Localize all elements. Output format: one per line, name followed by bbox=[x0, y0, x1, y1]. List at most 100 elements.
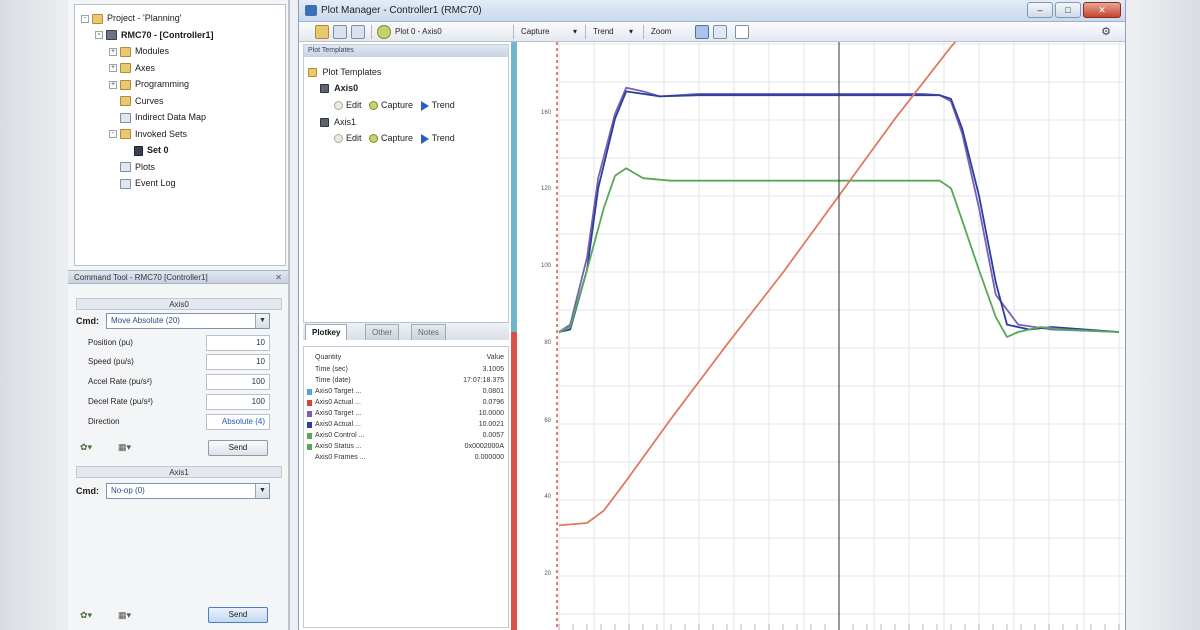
expand-icon[interactable]: + bbox=[109, 80, 117, 89]
row-value: 17:07:18.375 bbox=[463, 377, 504, 384]
toolbar-separator bbox=[585, 25, 586, 39]
axis0-send-button[interactable]: Send bbox=[208, 440, 268, 456]
edit-icon[interactable] bbox=[351, 25, 365, 39]
templates-root[interactable]: Plot Templates bbox=[308, 65, 381, 79]
template-axis0-capture[interactable]: Capture bbox=[369, 100, 413, 111]
param-position-input[interactable]: 10 bbox=[206, 335, 270, 351]
options-icon[interactable]: ✿▾ bbox=[80, 440, 92, 454]
tree-item-label: Programming bbox=[135, 79, 190, 89]
param-direction-input[interactable]: Absolute (4) bbox=[206, 414, 270, 430]
series-swatch bbox=[307, 422, 312, 428]
templates-pane-header: Plot Templates bbox=[304, 45, 508, 57]
param-accel-input[interactable]: 100 bbox=[206, 374, 270, 390]
template-axis0-trend[interactable]: Trend bbox=[420, 100, 455, 111]
options-icon[interactable]: ✿▾ bbox=[80, 608, 92, 622]
folder-icon bbox=[308, 68, 317, 78]
tab-notes[interactable]: Notes bbox=[411, 324, 446, 340]
template-axis1[interactable]: Axis1 bbox=[320, 115, 356, 129]
plot-select[interactable]: Plot 0 - Axis0 bbox=[395, 25, 442, 39]
tree-item[interactable]: - RMC70 - [Controller1] bbox=[95, 28, 214, 42]
chevron-down-icon[interactable]: ▼ bbox=[255, 314, 269, 328]
table-row[interactable]: Axis0 Target ... 10.0000 bbox=[304, 409, 508, 419]
tree-item[interactable]: Curves bbox=[109, 94, 164, 108]
tab-plotkey[interactable]: Plotkey bbox=[305, 324, 348, 340]
device-icon bbox=[106, 30, 117, 41]
table-row[interactable]: Axis0 Actual ... 0.0796 bbox=[304, 398, 508, 408]
plot-area[interactable]: 160 120 100 80 60 40 20 bbox=[511, 42, 1125, 630]
param-position-label: Position (pu) bbox=[88, 338, 133, 347]
template-axis0-edit[interactable]: Edit bbox=[334, 100, 362, 111]
tree-item-label: Event Log bbox=[135, 178, 176, 188]
command-tool-header: Command Tool - RMC70 [Controller1] ✕ bbox=[68, 270, 288, 284]
settings-icon[interactable]: ⚙ bbox=[1101, 25, 1111, 39]
table-row[interactable]: Axis0 Frames ... 0.000000 bbox=[304, 453, 508, 463]
row-quantity: Axis0 Status ... bbox=[315, 443, 362, 450]
tree-item[interactable]: Set 0 bbox=[123, 143, 169, 157]
param-speed-input[interactable]: 10 bbox=[206, 354, 270, 370]
plot-chart[interactable]: 160 120 100 80 60 40 20 bbox=[511, 42, 1125, 630]
tree-item[interactable]: + Programming bbox=[109, 77, 189, 91]
param-decel-input[interactable]: 100 bbox=[206, 394, 270, 410]
chevron-down-icon[interactable]: ▼ bbox=[255, 484, 269, 498]
zoom-fit-icon[interactable] bbox=[695, 25, 709, 39]
template-axis1-trend[interactable]: Trend bbox=[420, 133, 455, 144]
capture-icon bbox=[369, 101, 379, 111]
capture-button[interactable]: Capture bbox=[521, 25, 549, 39]
table-row[interactable]: Axis0 Control ... 0.0057 bbox=[304, 431, 508, 441]
collapse-icon[interactable]: - bbox=[95, 31, 103, 40]
play-icon bbox=[420, 133, 429, 144]
column-quantity: Quantity bbox=[315, 354, 342, 361]
edit-icon bbox=[334, 134, 343, 144]
table-row[interactable]: Time (date) 17:07:18.375 bbox=[304, 376, 508, 386]
close-icon[interactable]: ✕ bbox=[275, 271, 282, 285]
collapse-icon[interactable]: - bbox=[81, 14, 89, 23]
table-row[interactable]: Time (sec) 3.1005 bbox=[304, 365, 508, 375]
row-value: 10.0021 bbox=[478, 421, 504, 428]
table-row[interactable]: Axis0 Status ... 0x0002000A bbox=[304, 442, 508, 452]
tree-item[interactable]: - Invoked Sets bbox=[109, 127, 187, 141]
template-axis1-edit[interactable]: Edit bbox=[334, 133, 362, 144]
grid-icon[interactable]: ▦▾ bbox=[118, 440, 131, 454]
grid-icon[interactable]: ▦▾ bbox=[118, 608, 131, 622]
capture-label: Capture bbox=[381, 133, 414, 143]
row-value: 10.0000 bbox=[478, 410, 504, 417]
tree-item[interactable]: Indirect Data Map bbox=[109, 110, 206, 124]
tree-item[interactable]: - Project - 'Planning' bbox=[81, 11, 181, 25]
row-quantity: Axis0 Control ... bbox=[315, 432, 365, 439]
pan-icon[interactable] bbox=[713, 25, 727, 39]
tab-other[interactable]: Other bbox=[365, 324, 400, 340]
open-folder-icon[interactable] bbox=[315, 25, 329, 39]
axis1-send-button[interactable]: Send bbox=[208, 607, 268, 623]
command-tool-title: Command Tool - RMC70 [Controller1] bbox=[74, 273, 208, 282]
zoom-button[interactable]: Zoom bbox=[651, 25, 671, 39]
trend-button[interactable]: Trend bbox=[593, 25, 614, 39]
table-header: Quantity Value bbox=[304, 353, 508, 363]
capture-dropdown-icon[interactable]: ▾ bbox=[573, 25, 577, 39]
maximize-button[interactable]: □ bbox=[1055, 2, 1081, 18]
expand-icon[interactable]: + bbox=[109, 47, 117, 56]
tree-item[interactable]: + Modules bbox=[109, 44, 169, 58]
edit-label: Edit bbox=[346, 133, 362, 143]
table-row[interactable]: Axis0 Target ... 0.0801 bbox=[304, 387, 508, 397]
chart-icon[interactable] bbox=[333, 25, 347, 39]
tree-item[interactable]: Event Log bbox=[109, 176, 176, 190]
tree-item[interactable]: Plots bbox=[109, 160, 155, 174]
tree-item-label: Invoked Sets bbox=[135, 128, 188, 139]
tree-item[interactable]: + Axes bbox=[109, 61, 155, 75]
expand-icon[interactable]: + bbox=[109, 64, 117, 73]
folder-icon bbox=[120, 79, 131, 90]
template-axis1-capture[interactable]: Capture bbox=[369, 133, 414, 144]
minimize-button[interactable]: – bbox=[1027, 2, 1053, 18]
close-button[interactable]: ✕ bbox=[1083, 2, 1121, 18]
trend-dropdown-icon[interactable]: ▾ bbox=[629, 25, 633, 39]
axis1-command-select[interactable]: No-op (0) ▼ bbox=[106, 483, 270, 499]
axis0-header: Axis0 bbox=[76, 298, 282, 310]
axis0-command-select[interactable]: Move Absolute (20) ▼ bbox=[106, 313, 270, 329]
collapse-icon[interactable]: - bbox=[109, 130, 117, 139]
template-axis0[interactable]: Axis0 bbox=[320, 81, 358, 95]
table-row[interactable]: Axis0 Actual ... 10.0021 bbox=[304, 420, 508, 430]
row-value: 0.0801 bbox=[482, 388, 504, 395]
tree-item-label: Indirect Data Map bbox=[135, 112, 207, 122]
copy-icon[interactable] bbox=[735, 25, 749, 39]
tree-item-label: Axes bbox=[135, 62, 156, 73]
